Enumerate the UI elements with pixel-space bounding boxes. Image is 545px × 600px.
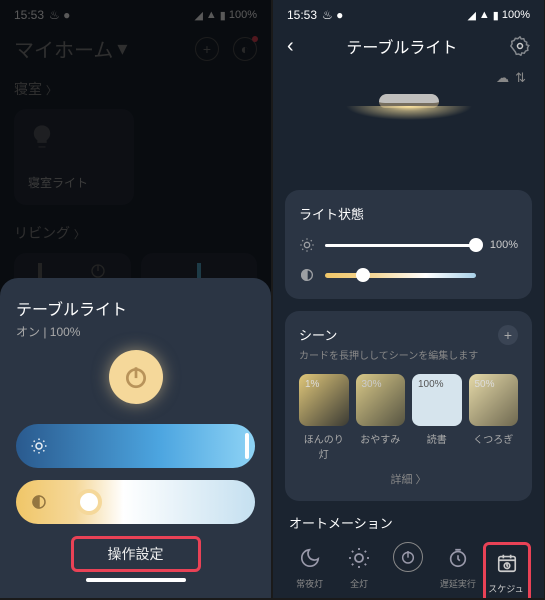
- device-bottom-sheet: テーブルライト オン | 100% 操作設定: [0, 278, 271, 598]
- color-handle[interactable]: [76, 489, 102, 515]
- scene-item-3[interactable]: 100%読書: [412, 374, 462, 461]
- scene-item-2[interactable]: 30%おやすみ: [356, 374, 406, 461]
- sun-icon: [30, 437, 48, 455]
- power-icon: [123, 364, 149, 390]
- moon-icon: [294, 542, 326, 574]
- sun-icon: [299, 237, 315, 253]
- color-temp-slider[interactable]: [325, 273, 476, 278]
- power-icon: [393, 542, 423, 572]
- scene-subtitle: カードを長押ししてシーンを編集します: [299, 347, 478, 362]
- auto-nightlight[interactable]: 常夜灯: [286, 542, 334, 590]
- light-status-card: ライト状態 100%: [285, 190, 532, 299]
- auto-all-on[interactable]: 全灯: [335, 542, 383, 590]
- brightness-slider[interactable]: [325, 244, 476, 247]
- brightness-handle[interactable]: [245, 433, 249, 459]
- light-illustration: [273, 90, 544, 190]
- color-knob[interactable]: [356, 268, 370, 282]
- settings-button[interactable]: 操作設定: [71, 536, 201, 572]
- gear-icon[interactable]: [510, 36, 530, 56]
- sheet-device-status: オン | 100%: [16, 323, 255, 340]
- auto-power[interactable]: [384, 542, 432, 575]
- signal-icon: ◢: [467, 9, 475, 22]
- automation-section: オートメーション 常夜灯 全灯 遅延実行 スケジュール: [285, 513, 532, 598]
- status-app-icons: ♨ ●: [322, 8, 343, 22]
- home-indicator[interactable]: [86, 578, 186, 582]
- right-screenshot: 15:53 ♨ ● ◢ ▲ ▮ 100% ‹ テーブルライト ☁ ⇅ ライト状態…: [273, 0, 544, 598]
- auto-delay[interactable]: 遅延実行: [434, 542, 482, 590]
- half-moon-icon: [30, 493, 48, 511]
- brightness-slider[interactable]: [16, 424, 255, 468]
- auto-schedule[interactable]: スケジュール: [483, 542, 531, 598]
- scene-card: シーン カードを長押ししてシーンを編集します + 1%ほんのり灯 30%おやすみ…: [285, 311, 532, 501]
- wifi-icon: ▲: [479, 9, 490, 21]
- scene-detail-link[interactable]: 詳細 〉: [299, 471, 518, 487]
- status-bar: 15:53 ♨ ● ◢ ▲ ▮ 100%: [273, 0, 544, 26]
- add-scene-button[interactable]: +: [498, 325, 518, 345]
- brightness-value: 100%: [486, 239, 518, 251]
- scene-title: シーン: [299, 325, 478, 344]
- sync-icon: ⇅: [515, 70, 526, 86]
- color-temp-slider[interactable]: [16, 480, 255, 524]
- battery-pct: 100%: [502, 9, 530, 21]
- sheet-device-name: テーブルライト: [16, 296, 255, 320]
- calendar-icon: [491, 547, 523, 579]
- scene-item-1[interactable]: 1%ほんのり灯: [299, 374, 349, 461]
- page-title: テーブルライト: [346, 34, 457, 58]
- scene-item-4[interactable]: 50%くつろぎ: [469, 374, 519, 461]
- back-button[interactable]: ‹: [287, 35, 294, 58]
- timer-icon: [442, 542, 474, 574]
- half-moon-icon: [299, 267, 315, 283]
- battery-icon: ▮: [493, 9, 499, 22]
- power-button[interactable]: [109, 350, 163, 404]
- device-header: ‹ テーブルライト: [273, 26, 544, 66]
- cloud-icon: ☁: [496, 70, 509, 86]
- automation-title: オートメーション: [285, 513, 532, 532]
- status-time: 15:53: [287, 8, 317, 22]
- brightness-knob[interactable]: [469, 238, 483, 252]
- left-screenshot: 15:53 ♨ ● ◢ ▲ ▮ 100% マイホーム ▾ + ◐ 寝室 〉 寝室…: [0, 0, 271, 598]
- status-title: ライト状態: [299, 204, 518, 223]
- sun-full-icon: [343, 542, 375, 574]
